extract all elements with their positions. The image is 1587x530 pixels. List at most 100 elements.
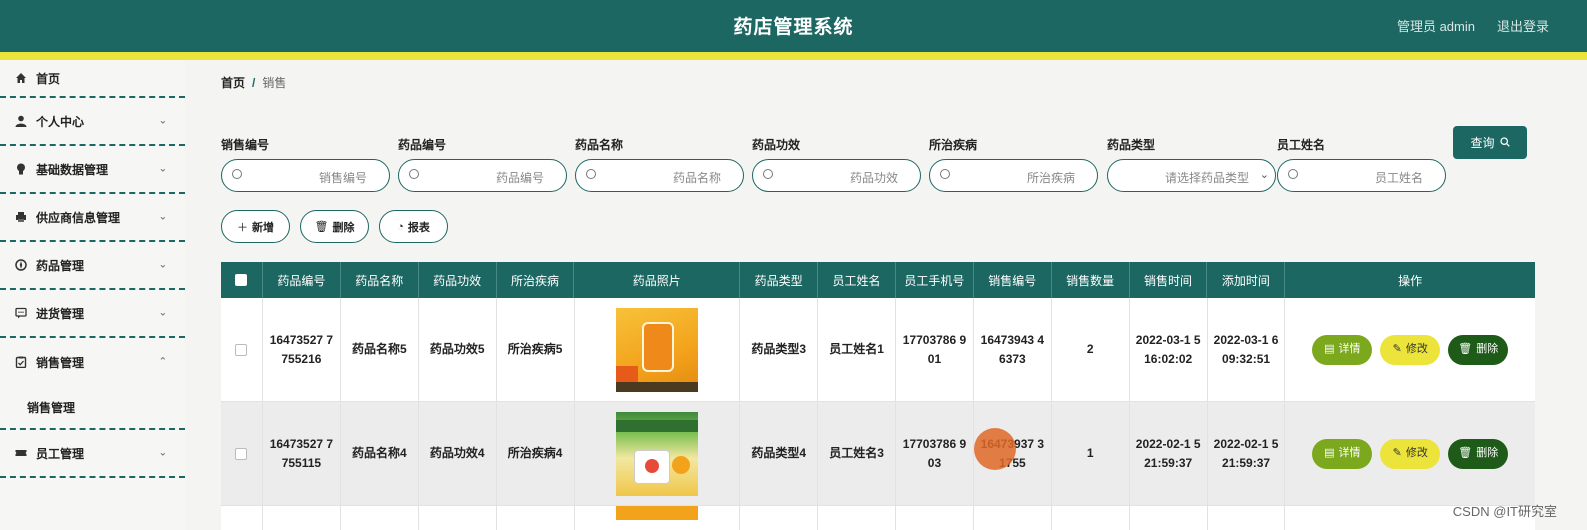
sidebar-item-label: 供应商信息管理	[36, 210, 121, 225]
disease-cell: 所治疾病4	[497, 402, 575, 505]
mouse-cursor-indicator	[974, 428, 1016, 470]
sidebar-item-drug[interactable]: 药品管理 ⌄	[0, 242, 185, 290]
trash-icon: 🗑	[1458, 342, 1473, 355]
sidebar-item-staff[interactable]: 员工管理 ⌄	[0, 430, 185, 478]
sidebar-item-supplier[interactable]: 供应商信息管理 ⌄	[0, 194, 185, 242]
breadcrumb-current: 销售	[262, 76, 287, 90]
efficacy-input[interactable]: 药品功效	[752, 159, 921, 192]
watermark: CSDN @IT研究室	[1452, 504, 1557, 519]
column-header: 药品类型	[740, 262, 819, 298]
edit-button[interactable]: ✎ 修改	[1380, 334, 1441, 365]
logout-link[interactable]: 退出登录	[1497, 16, 1549, 35]
drug-type-placeholder: 请选择药品类型	[1164, 171, 1249, 185]
empty-cell	[341, 506, 419, 530]
filter-label-drug-type: 药品类型	[1107, 138, 1156, 152]
empty-cell	[740, 506, 819, 530]
sidebar-item-label: 基础数据管理	[36, 162, 109, 177]
efficacy-cell: 药品功效4	[419, 402, 497, 505]
sale-qty-cell: 2	[1052, 298, 1130, 401]
search-icon	[586, 169, 596, 179]
table-row	[221, 506, 1535, 530]
drug-photo[interactable]	[615, 411, 698, 496]
drug-photo[interactable]	[615, 307, 698, 392]
batch-delete-button[interactable]: 🗑 删除	[300, 210, 369, 243]
sidebar-item-label: 员工管理	[36, 446, 85, 461]
sidebar-item-base-data[interactable]: 基础数据管理 ⌄	[0, 146, 185, 194]
photo-cell	[575, 402, 741, 505]
add-button[interactable]: ＋ 新增	[221, 210, 290, 243]
breadcrumb-separator: /	[252, 76, 256, 90]
query-button[interactable]: 查询	[1453, 126, 1527, 159]
sidebar-subitem-sales-management[interactable]: 销售管理	[0, 386, 185, 430]
table-header: 药品编号 药品名称 药品功效 所治疾病 药品照片 药品类型 员工姓名 员工手机号…	[221, 262, 1535, 298]
sidebar-item-home[interactable]: 首页	[0, 60, 185, 98]
row-select-cell[interactable]	[221, 298, 263, 401]
clipboard-icon	[14, 355, 28, 369]
filter-label-staff-name: 员工姓名	[1277, 138, 1326, 152]
empty-cell	[419, 506, 497, 530]
drug-no-input[interactable]: 药品编号	[398, 159, 567, 192]
chevron-down-icon: ⌄	[158, 163, 167, 175]
edit-button[interactable]: ✎ 修改	[1380, 438, 1441, 469]
row-checkbox[interactable]	[235, 447, 248, 460]
sidebar-item-label: 药品管理	[36, 258, 85, 273]
column-header: 员工姓名	[818, 262, 896, 298]
person-icon	[14, 114, 28, 128]
column-header: 药品编号	[263, 262, 341, 298]
sidebar-item-purchase[interactable]: 进货管理 ⌄	[0, 290, 185, 338]
sidebar: 首页 个人中心 ⌄ 基础数据管理 ⌄ 供应商信息管理 ⌄ 药品管理 ⌄ 进货管理…	[0, 60, 185, 530]
add-time-cell: 2022-02-1 5 21:59:37	[1208, 402, 1286, 505]
sale-no-input[interactable]: 销售编号	[221, 159, 390, 192]
detail-button[interactable]: ▤ 详情	[1312, 334, 1373, 365]
column-header: 销售编号	[974, 262, 1052, 298]
printer-icon	[14, 210, 28, 224]
efficacy-cell: 药品功效5	[419, 298, 497, 401]
drug-name-input[interactable]: 药品名称	[575, 159, 744, 192]
row-checkbox[interactable]	[235, 343, 248, 356]
drug-name-cell: 药品名称4	[341, 402, 419, 505]
disease-placeholder: 所治疾病	[1026, 171, 1075, 185]
staff-name-cell: 员工姓名3	[818, 402, 897, 505]
photo-cell	[575, 506, 741, 530]
drug-type-cell: 药品类型3	[740, 298, 819, 401]
trash-icon: 🗑	[1458, 446, 1473, 459]
app-title: 药店管理系统	[733, 17, 854, 38]
empty-cell	[974, 506, 1052, 530]
delete-button[interactable]: 🗑 删除	[1448, 334, 1509, 365]
row-select-cell[interactable]	[221, 402, 263, 505]
chevron-down-icon: ⌄	[158, 307, 167, 319]
sidebar-item-label: 进货管理	[36, 306, 85, 321]
drug-photo[interactable]	[615, 506, 698, 520]
detail-label: 详情	[1338, 342, 1361, 355]
home-icon	[14, 71, 28, 85]
row-select-cell[interactable]	[221, 506, 263, 530]
edit-label: 修改	[1405, 342, 1428, 355]
staff-name-input[interactable]: 员工姓名	[1277, 159, 1446, 192]
table-row: 16473527 7755115 药品名称4 药品功效4 所治疾病4 药品类型4…	[221, 402, 1535, 506]
select-all-checkbox[interactable]	[235, 274, 248, 286]
document-icon: ▤	[1324, 342, 1335, 355]
column-header: 所治疾病	[497, 262, 575, 298]
disease-input[interactable]: 所治疾病	[929, 159, 1098, 192]
fruit-graphic	[671, 455, 690, 474]
add-time-cell: 2022-03-1 6 09:32:51	[1208, 298, 1286, 401]
sidebar-item-personal-center[interactable]: 个人中心 ⌄	[0, 98, 185, 146]
sidebar-item-sales[interactable]: 销售管理 ⌃	[0, 338, 185, 386]
search-icon	[409, 169, 419, 179]
sale-no-placeholder: 销售编号	[318, 171, 367, 185]
operations-cell: ▤ 详情 ✎ 修改 🗑 删除	[1285, 298, 1535, 401]
search-icon	[232, 169, 242, 179]
empty-cell	[263, 506, 341, 530]
report-button[interactable]: ◔ 报表	[379, 210, 448, 243]
breadcrumb-home[interactable]: 首页	[221, 76, 245, 90]
ticket-icon	[14, 446, 28, 460]
detail-button[interactable]: ▤ 详情	[1312, 438, 1373, 469]
column-header: 操作	[1398, 273, 1423, 288]
delete-button[interactable]: 🗑 删除	[1448, 438, 1509, 469]
chevron-up-icon: ⌃	[158, 356, 167, 368]
empty-cell	[896, 506, 974, 530]
drug-type-select[interactable]: 请选择药品类型 ⌄	[1107, 159, 1276, 192]
select-all-cell[interactable]	[221, 262, 263, 298]
empty-cell	[1208, 506, 1286, 530]
filter-label-drug-name: 药品名称	[575, 138, 624, 152]
